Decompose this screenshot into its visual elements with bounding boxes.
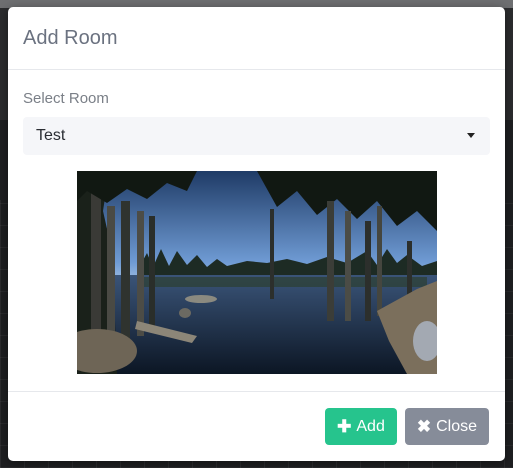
modal-body: Select Room Test <box>8 70 505 374</box>
times-icon: ✖ <box>416 417 432 436</box>
room-preview-image <box>76 171 437 374</box>
caret-down-icon <box>467 133 475 138</box>
close-button[interactable]: ✖ Close <box>404 408 489 445</box>
modal-title: Add Room <box>23 26 118 49</box>
add-button-label: Add <box>356 417 385 435</box>
room-select-value: Test <box>36 127 66 144</box>
modal-footer: ✚ Add ✖ Close <box>8 391 505 461</box>
plus-icon: ✚ <box>337 417 352 436</box>
room-select[interactable]: Test <box>23 117 490 155</box>
preview-container <box>23 171 490 374</box>
modal-header: Add Room <box>8 7 505 70</box>
add-button[interactable]: ✚ Add <box>325 408 397 445</box>
add-room-modal: Add Room Select Room Test ✚ Add ✖ Close <box>8 7 505 461</box>
select-room-label: Select Room <box>23 90 109 107</box>
close-button-label: Close <box>436 417 477 435</box>
